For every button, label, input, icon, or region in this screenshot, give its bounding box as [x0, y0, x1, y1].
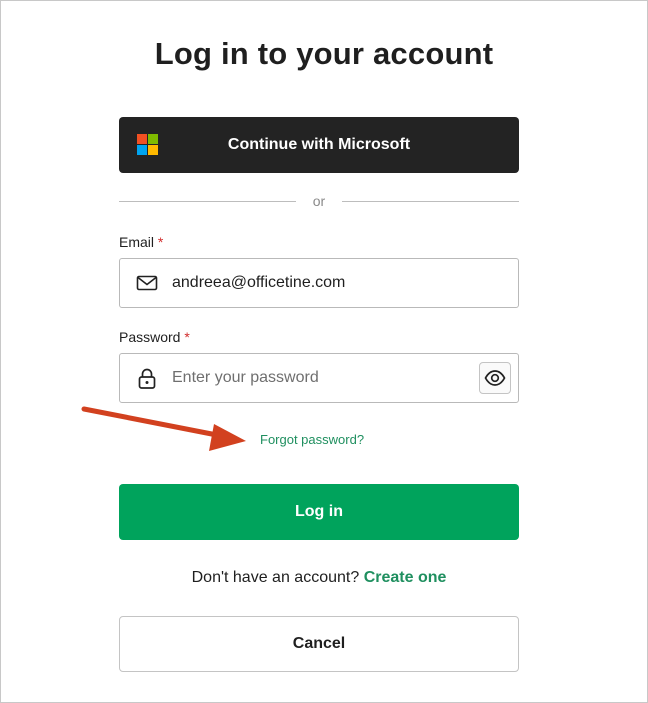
password-label-text: Password: [119, 329, 181, 345]
password-field[interactable]: Enter your password: [119, 353, 519, 403]
envelope-icon: [136, 275, 158, 291]
email-required-mark: *: [157, 234, 164, 250]
eye-icon: [484, 370, 506, 386]
signup-prompt-text: Don't have an account?: [191, 569, 360, 586]
login-button[interactable]: Log in: [119, 484, 519, 540]
create-account-link[interactable]: Create one: [364, 569, 447, 586]
password-placeholder: Enter your password: [172, 369, 319, 386]
continue-with-microsoft-label: Continue with Microsoft: [227, 136, 411, 153]
email-label: Email *: [119, 234, 163, 250]
divider-or-text: or: [312, 193, 326, 209]
window-frame: [0, 0, 648, 703]
continue-with-microsoft-button[interactable]: Continue with Microsoft: [119, 117, 519, 173]
divider-line-right: [342, 201, 519, 202]
divider-line-left: [119, 201, 296, 202]
lock-icon: [138, 368, 156, 389]
password-required-mark: *: [184, 329, 190, 345]
show-password-button[interactable]: [479, 362, 511, 394]
page-title: Log in to your account: [154, 36, 494, 71]
email-value: andreea@officetine.com: [172, 274, 346, 291]
email-field[interactable]: andreea@officetine.com: [119, 258, 519, 308]
password-label: Password *: [119, 329, 190, 345]
signup-prompt: Don't have an account? Create one: [0, 569, 638, 587]
cancel-button[interactable]: Cancel: [119, 616, 519, 672]
email-label-text: Email: [119, 234, 155, 250]
forgot-password-link[interactable]: Forgot password?: [260, 432, 364, 447]
